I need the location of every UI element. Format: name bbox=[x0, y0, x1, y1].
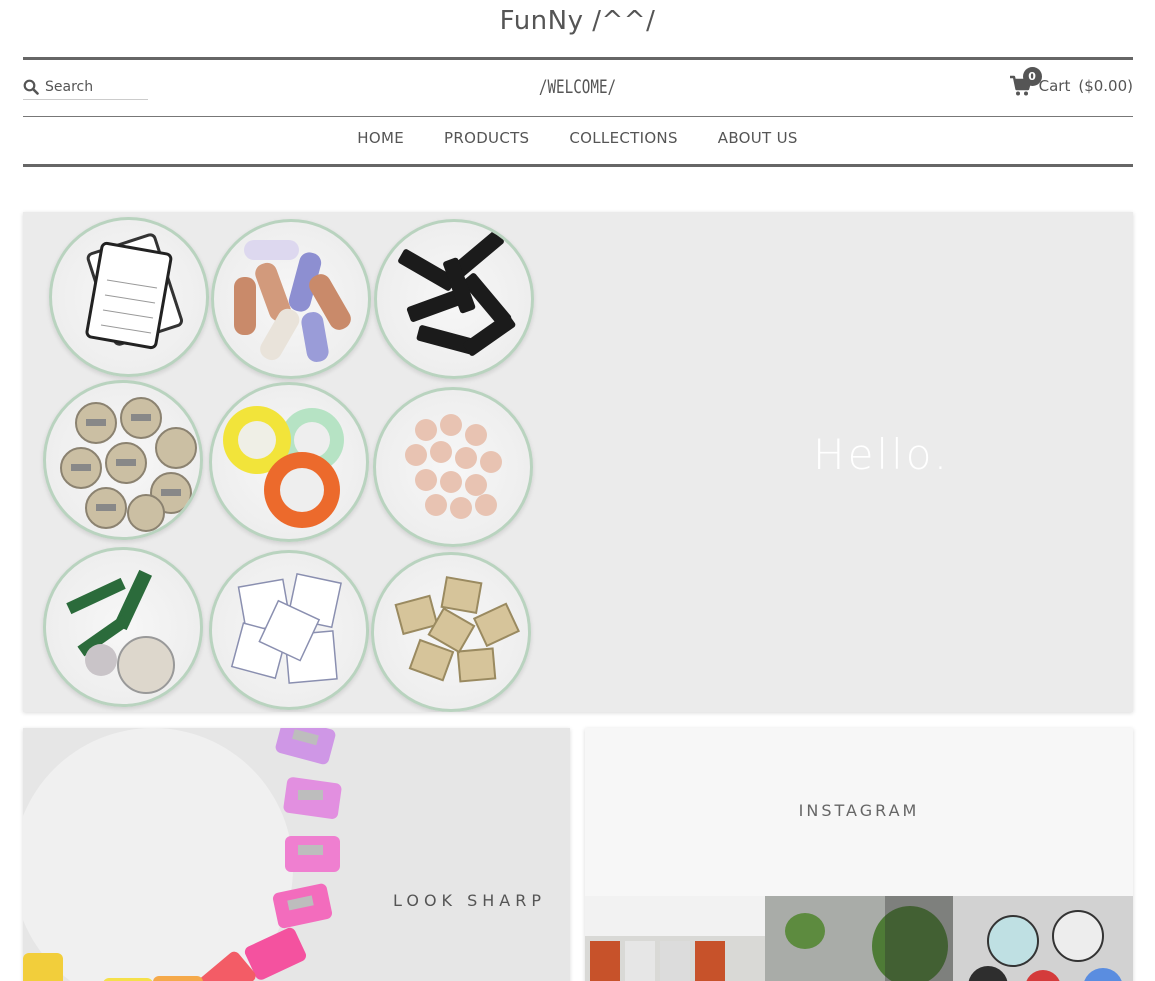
cart-link[interactable]: 0 Cart ($0.00) bbox=[1009, 67, 1133, 98]
hero-banner[interactable]: Hello. bbox=[23, 212, 1133, 712]
cart-total: ($0.00) bbox=[1078, 77, 1133, 95]
bowl-sharpeners bbox=[43, 380, 203, 540]
bowl-stamps bbox=[209, 550, 369, 710]
header-mid-rule bbox=[23, 116, 1133, 117]
hero-text: Hello. bbox=[813, 430, 951, 479]
cart-label[interactable]: Cart bbox=[1039, 77, 1071, 95]
instagram-feed bbox=[585, 896, 1133, 981]
bowl-erasers bbox=[211, 219, 371, 379]
hero-image bbox=[41, 217, 536, 712]
instagram-photo[interactable] bbox=[953, 896, 1133, 981]
pencil-sharpeners-image bbox=[23, 728, 342, 981]
bowl-beads bbox=[373, 387, 533, 547]
instagram-photo[interactable] bbox=[765, 896, 953, 981]
nav-item-home[interactable]: HOME bbox=[357, 129, 404, 147]
nav-item-products[interactable]: PRODUCTS bbox=[444, 129, 529, 147]
look-sharp-label: LOOK SHARP bbox=[393, 891, 547, 910]
main-nav: HOME PRODUCTS COLLECTIONS ABOUT US bbox=[0, 129, 1155, 147]
search-icon[interactable] bbox=[23, 79, 39, 95]
look-sharp-card[interactable]: LOOK SHARP bbox=[23, 728, 570, 981]
bowl-labels bbox=[374, 219, 534, 379]
instagram-title: INSTAGRAM bbox=[798, 801, 920, 820]
bowl-clips bbox=[43, 547, 203, 707]
bowl-tags bbox=[49, 217, 209, 377]
search-input[interactable] bbox=[45, 78, 145, 95]
instagram-card[interactable]: INSTAGRAM bbox=[585, 728, 1133, 981]
cart-icon[interactable]: 0 bbox=[1009, 67, 1042, 98]
site-title[interactable]: FunNy /^^/ bbox=[0, 6, 1155, 36]
nav-item-collections[interactable]: COLLECTIONS bbox=[569, 129, 677, 147]
bowl-binder-clips bbox=[371, 552, 531, 712]
welcome-text: /WELCOME/ bbox=[538, 76, 617, 98]
instagram-photo[interactable] bbox=[585, 896, 765, 981]
bowl-tape bbox=[209, 382, 369, 542]
header-top-rule bbox=[23, 57, 1133, 60]
search-box[interactable] bbox=[23, 74, 148, 100]
nav-item-about-us[interactable]: ABOUT US bbox=[718, 129, 798, 147]
header-bottom-rule bbox=[23, 164, 1133, 167]
cart-count-badge: 0 bbox=[1022, 67, 1042, 86]
